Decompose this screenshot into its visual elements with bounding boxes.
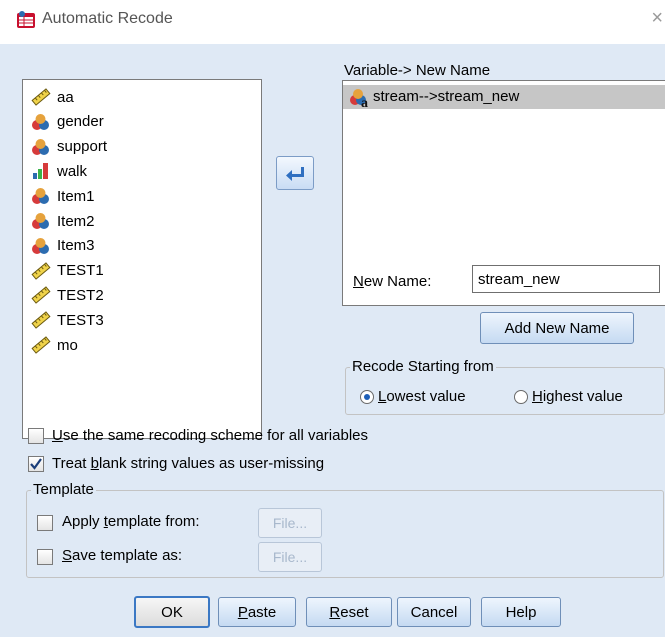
target-row-label: stream-->stream_new xyxy=(373,88,520,105)
scale-ruler-icon xyxy=(31,311,51,329)
list-item[interactable]: walk xyxy=(31,160,87,182)
new-name-input[interactable] xyxy=(472,265,660,293)
checkmark-icon xyxy=(30,458,42,470)
list-item[interactable]: TEST2 xyxy=(31,284,104,306)
paste-button[interactable]: Paste xyxy=(218,597,296,627)
list-item[interactable]: support xyxy=(31,136,107,158)
add-new-name-button[interactable]: Add New Name xyxy=(480,312,634,344)
new-name-label: New Name: xyxy=(353,273,432,290)
highest-value-radio[interactable] xyxy=(514,390,528,404)
source-variable-list[interactable]: aa gender support walk Item1 Item2 Item3 TEST1 T… xyxy=(22,79,262,439)
scale-ruler-icon xyxy=(31,88,51,106)
list-item-label: TEST1 xyxy=(57,262,104,280)
ok-button[interactable]: OK xyxy=(134,596,210,628)
list-item-label: walk xyxy=(57,162,88,180)
list-item[interactable]: aa xyxy=(31,86,74,108)
nominal-icon xyxy=(31,113,51,131)
list-item-label: aa xyxy=(57,88,74,106)
scale-ruler-icon xyxy=(31,261,51,280)
list-item-label: gender xyxy=(57,113,104,131)
target-list-label: Variable-> New Name xyxy=(344,62,491,79)
save-template-file-button[interactable]: File... xyxy=(258,542,322,572)
apply-template-checkbox[interactable] xyxy=(37,515,53,531)
dialog-body: aa gender support walk Item1 Item2 Item3 TEST1 T… xyxy=(0,44,665,637)
apply-template-file-button[interactable]: File... xyxy=(258,508,322,538)
lowest-value-label[interactable]: Lowest value xyxy=(378,388,466,405)
target-row[interactable]: a stream-->stream_new xyxy=(343,85,665,109)
save-template-checkbox[interactable] xyxy=(37,549,53,565)
ordinal-bar-icon xyxy=(31,162,51,180)
nominal-icon xyxy=(31,138,51,156)
help-button[interactable]: Help xyxy=(481,597,561,627)
list-item-label: support xyxy=(57,138,108,156)
list-item-label: Item2 xyxy=(57,212,95,230)
lowest-value-radio[interactable] xyxy=(360,390,374,404)
svg-text:a: a xyxy=(361,96,368,108)
list-item[interactable]: TEST3 xyxy=(31,309,104,331)
template-group xyxy=(26,490,664,578)
list-item-label: Item1 xyxy=(57,187,95,205)
highest-value-label[interactable]: Highest value xyxy=(532,388,623,405)
list-item[interactable]: Item3 xyxy=(31,235,95,257)
arrow-back-icon xyxy=(286,167,304,181)
list-item-label: TEST2 xyxy=(57,286,104,304)
move-variable-button[interactable] xyxy=(276,156,314,190)
nominal-icon xyxy=(31,237,51,255)
cancel-button[interactable]: Cancel xyxy=(397,597,471,627)
reset-button[interactable]: Reset xyxy=(306,597,392,627)
nominal-string-icon: a xyxy=(350,89,368,108)
scale-ruler-icon xyxy=(31,286,51,305)
spss-app-icon xyxy=(17,11,35,28)
list-item[interactable]: gender xyxy=(31,111,104,133)
list-item[interactable]: TEST1 xyxy=(31,260,104,282)
list-item-label: TEST3 xyxy=(57,311,104,329)
blank-missing-label[interactable]: Treat blank string values as user-missin… xyxy=(52,455,324,472)
list-item[interactable]: mo xyxy=(31,334,78,356)
list-item-label: Item3 xyxy=(57,237,95,255)
blank-missing-checkbox[interactable] xyxy=(28,456,44,472)
same-scheme-label[interactable]: Use the same recoding scheme for all var… xyxy=(52,427,368,444)
scale-ruler-icon xyxy=(31,336,51,354)
nominal-icon xyxy=(31,187,51,205)
list-item-label: mo xyxy=(57,336,78,354)
same-scheme-checkbox[interactable] xyxy=(28,428,44,444)
nominal-icon xyxy=(31,212,51,230)
recode-start-legend: Recode Starting from xyxy=(350,358,496,375)
template-legend: Template xyxy=(31,481,96,498)
title-bar: Automatic Recode × xyxy=(0,0,665,44)
list-item[interactable]: Item1 xyxy=(31,185,95,207)
window-title: Automatic Recode xyxy=(42,10,173,27)
list-item[interactable]: Item2 xyxy=(31,210,95,232)
save-template-label[interactable]: Save template as: xyxy=(62,547,182,564)
apply-template-label[interactable]: Apply template from: xyxy=(62,513,200,530)
close-icon[interactable]: × xyxy=(651,8,663,28)
